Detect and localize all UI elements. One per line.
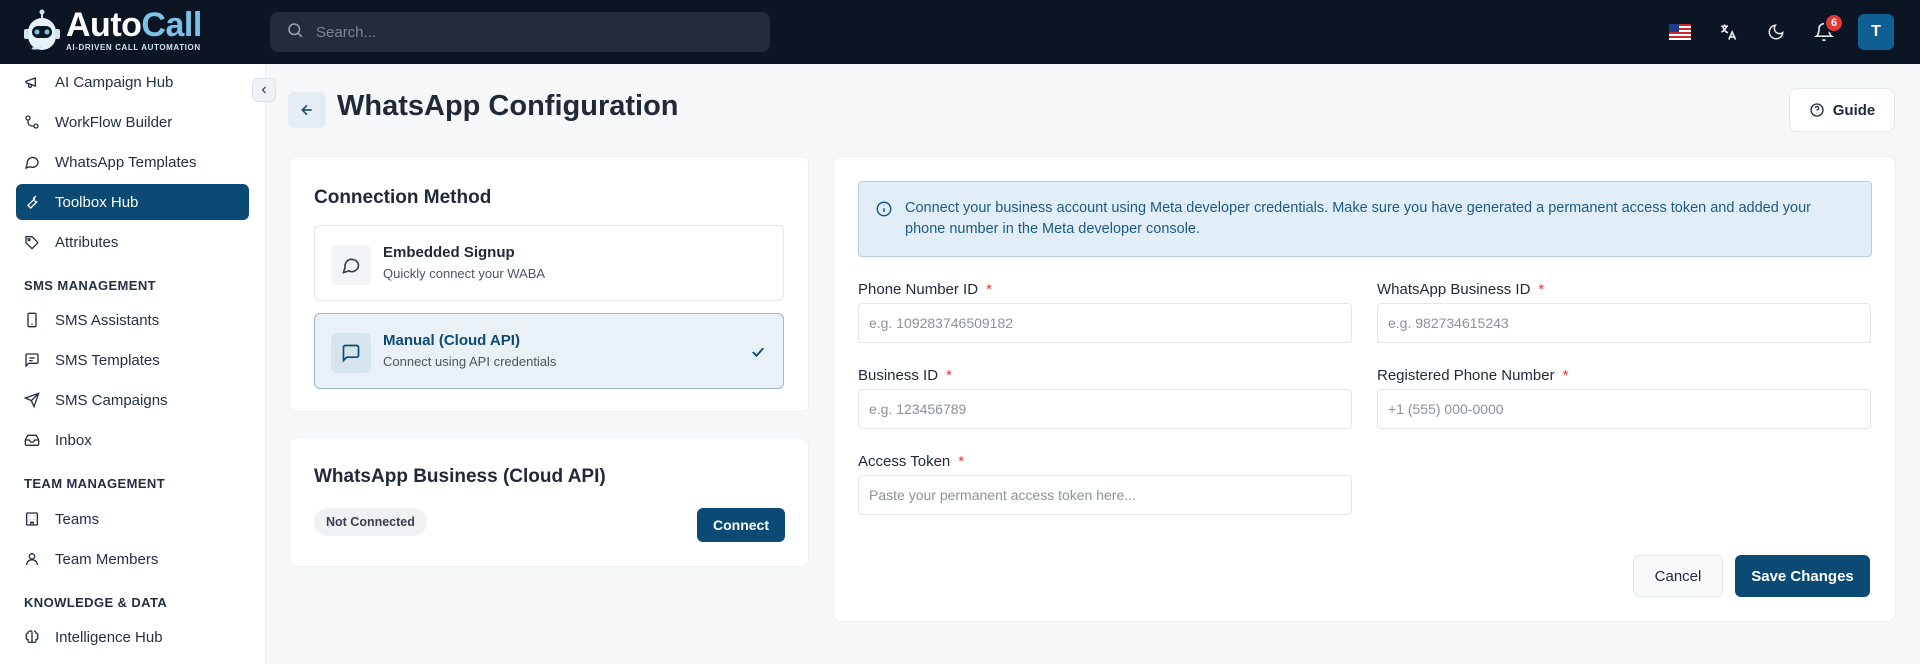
- whatsapp-business-id-input[interactable]: [1377, 303, 1871, 343]
- brand-tagline: AI-DRIVEN CALL AUTOMATION: [66, 43, 201, 52]
- credentials-form-card: Connect your business account using Meta…: [833, 156, 1896, 622]
- sidebar-section-sms: SMS MANAGEMENT: [24, 278, 156, 293]
- top-bar: AutoCall AI-DRIVEN CALL AUTOMATION 6: [0, 0, 1920, 64]
- brain-icon: [24, 629, 40, 645]
- connection-method-card: Connection Method Embedded Signup Quickl…: [289, 156, 809, 412]
- phone-icon: [24, 312, 40, 328]
- phone-number-id-label: Phone Number ID *: [858, 281, 992, 298]
- theme-toggle-button[interactable]: [1752, 8, 1800, 56]
- us-flag-icon: [1669, 24, 1691, 40]
- chat-bubble-icon: [24, 154, 40, 170]
- sidebar-item-team-members[interactable]: Team Members: [16, 541, 249, 577]
- method-subtitle: Connect using API credentials: [383, 354, 557, 369]
- business-id-input[interactable]: [858, 389, 1352, 429]
- cancel-button[interactable]: Cancel: [1633, 555, 1723, 597]
- sidebar-item-sms-templates[interactable]: SMS Templates: [16, 342, 249, 378]
- search-icon: [286, 21, 304, 44]
- search-bar[interactable]: [270, 12, 770, 52]
- info-alert: Connect your business account using Meta…: [858, 181, 1872, 257]
- sidebar-item-attributes[interactable]: Attributes: [16, 224, 249, 260]
- sidebar-item-intelligence-hub[interactable]: Intelligence Hub: [16, 619, 249, 655]
- workflow-icon: [24, 114, 40, 130]
- method-subtitle: Quickly connect your WABA: [383, 266, 546, 281]
- user-icon: [24, 551, 40, 567]
- tag-icon: [24, 234, 40, 250]
- whatsapp-business-title: WhatsApp Business (Cloud API): [314, 466, 606, 487]
- method-title: Manual (Cloud API): [383, 332, 520, 349]
- chevron-left-icon: [261, 86, 266, 94]
- sidebar-item-sms-assistants[interactable]: SMS Assistants: [16, 302, 249, 338]
- registered-phone-input[interactable]: [1377, 389, 1871, 429]
- sidebar-section-team: TEAM MANAGEMENT: [24, 476, 166, 491]
- sidebar-item-toolbox-hub[interactable]: Toolbox Hub: [16, 184, 249, 220]
- access-token-label: Access Token *: [858, 453, 965, 470]
- guide-button[interactable]: Guide: [1789, 88, 1895, 132]
- sidebar-item-ai-campaign-hub[interactable]: AI Campaign Hub: [16, 64, 249, 100]
- back-button[interactable]: [288, 92, 326, 128]
- business-id-label: Business ID *: [858, 367, 952, 384]
- sidebar-item-sms-campaigns[interactable]: SMS Campaigns: [16, 382, 249, 418]
- brand-name: AutoCall: [66, 6, 202, 44]
- access-token-input[interactable]: [858, 475, 1352, 515]
- moon-icon: [1768, 24, 1784, 40]
- user-avatar[interactable]: T: [1858, 14, 1894, 50]
- save-changes-button[interactable]: Save Changes: [1735, 555, 1870, 597]
- sidebar-section-knowledge: KNOWLEDGE & DATA: [24, 595, 168, 610]
- message-icon: [24, 352, 40, 368]
- megaphone-icon: [24, 74, 40, 90]
- whatsapp-business-card: WhatsApp Business (Cloud API) Not Connec…: [289, 437, 809, 567]
- sidebar-item-inbox[interactable]: Inbox: [16, 422, 249, 458]
- connect-button[interactable]: Connect: [697, 508, 785, 542]
- phone-number-id-input[interactable]: [858, 303, 1352, 343]
- collapse-sidebar-button[interactable]: [252, 78, 276, 102]
- chat-circle-icon: [331, 245, 371, 285]
- method-embedded-signup[interactable]: Embedded Signup Quickly connect your WAB…: [314, 225, 784, 301]
- brand-logo[interactable]: AutoCall AI-DRIVEN CALL AUTOMATION: [22, 8, 202, 52]
- sidebar-item-teams[interactable]: Teams: [16, 501, 249, 537]
- send-icon: [24, 392, 40, 408]
- notification-count-badge: 6: [1824, 13, 1844, 33]
- search-input[interactable]: [316, 23, 736, 41]
- robot-logo-icon: [22, 8, 62, 52]
- building-icon: [24, 511, 40, 527]
- check-icon: [749, 343, 767, 366]
- method-manual-cloud-api[interactable]: Manual (Cloud API) Connect using API cre…: [314, 313, 784, 389]
- inbox-icon: [24, 432, 40, 448]
- translate-button[interactable]: [1704, 8, 1752, 56]
- info-text: Connect your business account using Meta…: [905, 200, 1812, 237]
- translate-icon: [1721, 24, 1737, 40]
- sidebar-item-whatsapp-templates[interactable]: WhatsApp Templates: [16, 144, 249, 180]
- message-square-icon: [331, 333, 371, 373]
- status-badge: Not Connected: [314, 508, 427, 536]
- info-icon: [875, 200, 893, 223]
- sidebar-item-workflow-builder[interactable]: WorkFlow Builder: [16, 104, 249, 140]
- whatsapp-business-id-label: WhatsApp Business ID *: [1377, 281, 1545, 298]
- registered-phone-label: Registered Phone Number *: [1377, 367, 1569, 384]
- connection-method-title: Connection Method: [314, 187, 492, 208]
- language-flag-button[interactable]: [1656, 8, 1704, 56]
- help-circle-icon: [1810, 103, 1824, 117]
- wrench-icon: [24, 194, 40, 210]
- method-title: Embedded Signup: [383, 244, 515, 261]
- notifications-button[interactable]: 6: [1800, 8, 1848, 56]
- page-title: WhatsApp Configuration: [337, 90, 679, 122]
- arrow-left-icon: [301, 104, 312, 116]
